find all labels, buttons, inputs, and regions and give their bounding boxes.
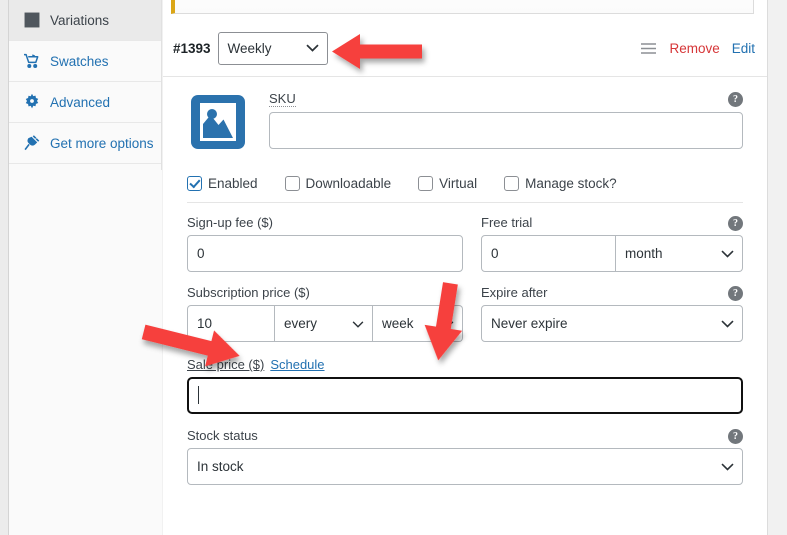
free-trial-inputs: month <box>481 235 743 272</box>
checkbox-virtual[interactable]: Virtual <box>418 176 477 191</box>
variation-flags-row: Enabled Downloadable Virtual Manage stoc… <box>187 167 743 203</box>
subscription-period-value: week <box>382 316 414 331</box>
sidebar-empty-area <box>9 170 162 535</box>
signup-fee-field: Sign-up fee ($) <box>187 215 463 272</box>
variation-panel: prices will not be shown in your store. … <box>163 0 767 535</box>
checkbox-downloadable-box[interactable] <box>284 176 300 191</box>
chevron-down-icon <box>442 316 454 331</box>
sidebar-item-label: Advanced <box>50 94 111 110</box>
variation-attribute-select[interactable]: Weekly <box>217 31 328 65</box>
help-circle-icon[interactable]: ? <box>728 216 743 231</box>
expire-after-select[interactable]: Never expire <box>481 305 743 342</box>
help-circle-icon[interactable]: ? <box>728 429 743 444</box>
sale-price-label-wrap: Sale price ($) Schedule <box>187 357 743 377</box>
remove-variation-link[interactable]: Remove <box>669 41 719 56</box>
free-trial-period-select[interactable]: month <box>616 235 743 272</box>
text-cursor <box>198 386 199 404</box>
subscription-price-inputs: every week <box>187 305 463 342</box>
chevron-down-icon <box>721 316 734 331</box>
help-circle-icon[interactable]: ? <box>728 92 743 107</box>
checkbox-manage-stock-label: Manage stock? <box>525 176 617 191</box>
left-scroll-strip[interactable] <box>0 0 9 535</box>
sidebar-item-advanced[interactable]: Advanced <box>9 82 161 123</box>
expire-after-value: Never expire <box>491 316 568 331</box>
variation-header-row: #1393 Weekly Remove Edit <box>163 20 767 77</box>
sidebar-item-label: Get more options <box>50 135 154 151</box>
image-placeholder-icon[interactable] <box>187 91 249 153</box>
subscription-price-input[interactable] <box>187 305 275 342</box>
cart-icon <box>23 53 40 70</box>
chevron-down-icon <box>721 459 734 474</box>
stock-status-select[interactable]: In stock <box>187 448 743 485</box>
variation-attribute-value: Weekly <box>227 40 272 56</box>
variation-id-label: #1393 <box>173 40 211 56</box>
free-trial-label: Free trial <box>481 215 533 230</box>
sale-price-label: Sale price ($) <box>187 357 265 372</box>
stock-status-field: Stock status ? In stock <box>187 428 743 485</box>
checkbox-downloadable-label: Downloadable <box>305 176 392 191</box>
subscription-interval-value: every <box>284 316 318 331</box>
free-trial-input[interactable] <box>481 235 616 272</box>
checkbox-downloadable[interactable]: Downloadable <box>284 176 392 191</box>
grid-icon <box>23 12 40 29</box>
sidebar-item-get-more-options[interactable]: Get more options <box>9 123 161 164</box>
sidebar-item-label: Swatches <box>50 53 109 69</box>
hamburger-sort-icon[interactable] <box>640 42 657 55</box>
sale-price-input[interactable] <box>186 376 744 415</box>
sku-label: SKU <box>269 91 296 107</box>
subscription-interval-select[interactable]: every <box>275 305 373 342</box>
sku-input[interactable] <box>269 112 743 149</box>
gear-icon <box>23 94 40 111</box>
checkbox-manage-stock-box[interactable] <box>504 176 520 191</box>
subscription-period-select[interactable]: week <box>373 305 463 342</box>
variation-actions: Remove Edit <box>640 41 755 56</box>
sidebar-item-swatches[interactable]: Swatches <box>9 41 161 82</box>
expire-after-field: Expire after ? Never expire <box>481 285 743 342</box>
stock-status-label: Stock status <box>187 428 258 443</box>
sidebar-item-variations[interactable]: Variations <box>9 0 161 41</box>
chevron-down-icon <box>352 316 364 331</box>
checkbox-enabled-label: Enabled <box>208 176 258 191</box>
pricing-notice: prices will not be shown in your store. … <box>171 0 754 14</box>
expire-after-label: Expire after <box>481 285 548 300</box>
stock-status-value: In stock <box>197 459 244 474</box>
free-trial-period-value: month <box>625 246 663 261</box>
thumbnail-sku-row: SKU ? <box>187 91 743 167</box>
product-data-tabs-sidebar: Variations Swatches Advanced Get more op… <box>9 0 162 535</box>
edit-variation-link[interactable]: Edit <box>732 41 755 56</box>
help-circle-icon[interactable]: ? <box>728 286 743 301</box>
checkbox-virtual-label: Virtual <box>439 176 478 191</box>
pricing-left-column: Sign-up fee ($) Subscription price ($) e… <box>187 215 463 355</box>
checkbox-virtual-box[interactable] <box>418 176 434 191</box>
left-scroll-strip-fill <box>0 0 8 535</box>
page-right-gutter <box>767 0 787 535</box>
chevron-down-icon <box>305 41 319 56</box>
screen-root: Variations Swatches Advanced Get more op… <box>0 0 787 535</box>
free-trial-field: Free trial ? month <box>481 215 743 272</box>
pricing-grid: Sign-up fee ($) Subscription price ($) e… <box>187 203 743 355</box>
checkbox-enabled[interactable]: Enabled <box>187 176 258 191</box>
sale-price-schedule-link[interactable]: Schedule <box>270 357 324 372</box>
sale-price-field: Sale price ($) Schedule <box>186 357 744 415</box>
sidebar-item-label: Variations <box>50 12 110 28</box>
variation-body: SKU ? Enabled Downloadable Virtual Manag… <box>163 77 767 535</box>
sku-field-block: SKU ? <box>269 91 743 149</box>
signup-fee-input[interactable] <box>187 235 463 272</box>
subscription-price-field: Subscription price ($) every week <box>187 285 463 342</box>
pricing-right-column: Free trial ? month <box>481 215 743 355</box>
plug-icon <box>23 135 40 152</box>
checkbox-enabled-box[interactable] <box>187 176 202 191</box>
subscription-price-label: Subscription price ($) <box>187 285 310 300</box>
signup-fee-label: Sign-up fee ($) <box>187 215 273 230</box>
checkbox-manage-stock[interactable]: Manage stock? <box>504 176 617 191</box>
chevron-down-icon <box>721 246 734 261</box>
